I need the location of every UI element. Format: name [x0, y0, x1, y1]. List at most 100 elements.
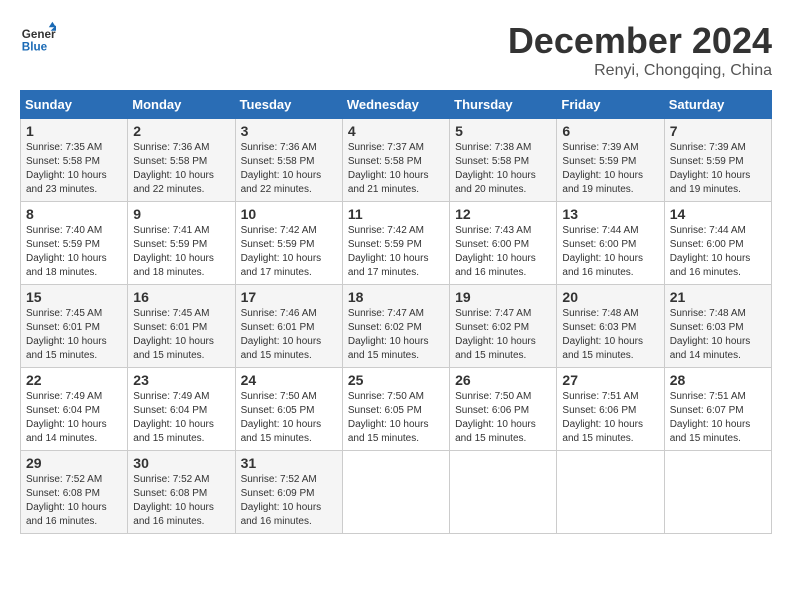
table-row: 28 Sunrise: 7:51 AMSunset: 6:07 PMDayligh…: [664, 368, 771, 451]
day-info: Sunrise: 7:50 AMSunset: 6:06 PMDaylight:…: [455, 390, 551, 446]
day-info: Sunrise: 7:52 AMSunset: 6:08 PMDaylight:…: [26, 473, 122, 529]
day-number: 14: [670, 206, 766, 222]
day-info: Sunrise: 7:44 AMSunset: 6:00 PMDaylight:…: [562, 224, 658, 280]
header-friday: Friday: [557, 91, 664, 119]
day-number: 10: [241, 206, 337, 222]
table-row: [557, 451, 664, 534]
day-info: Sunrise: 7:39 AMSunset: 5:59 PMDaylight:…: [670, 141, 766, 197]
day-number: 25: [348, 372, 444, 388]
day-number: 7: [670, 123, 766, 139]
day-info: Sunrise: 7:37 AMSunset: 5:58 PMDaylight:…: [348, 141, 444, 197]
table-row: 18 Sunrise: 7:47 AMSunset: 6:02 PMDayligh…: [342, 285, 449, 368]
day-number: 3: [241, 123, 337, 139]
table-row: 14 Sunrise: 7:44 AMSunset: 6:00 PMDayligh…: [664, 202, 771, 285]
day-number: 1: [26, 123, 122, 139]
day-info: Sunrise: 7:44 AMSunset: 6:00 PMDaylight:…: [670, 224, 766, 280]
table-row: 6Sunrise: 7:39 AMSunset: 5:59 PMDaylight…: [557, 119, 664, 202]
table-row: 9 Sunrise: 7:41 AMSunset: 5:59 PMDaylight…: [128, 202, 235, 285]
table-row: 22 Sunrise: 7:49 AMSunset: 6:04 PMDayligh…: [21, 368, 128, 451]
table-row: 10 Sunrise: 7:42 AMSunset: 5:59 PMDayligh…: [235, 202, 342, 285]
table-row: 24 Sunrise: 7:50 AMSunset: 6:05 PMDayligh…: [235, 368, 342, 451]
calendar-week-3: 22 Sunrise: 7:49 AMSunset: 6:04 PMDayligh…: [21, 368, 772, 451]
table-row: 12 Sunrise: 7:43 AMSunset: 6:00 PMDayligh…: [450, 202, 557, 285]
table-row: 15 Sunrise: 7:45 AMSunset: 6:01 PMDayligh…: [21, 285, 128, 368]
day-info: Sunrise: 7:49 AMSunset: 6:04 PMDaylight:…: [26, 390, 122, 446]
calendar-week-2: 15 Sunrise: 7:45 AMSunset: 6:01 PMDayligh…: [21, 285, 772, 368]
day-number: 16: [133, 289, 229, 305]
header-thursday: Thursday: [450, 91, 557, 119]
table-row: 3 Sunrise: 7:36 AMSunset: 5:58 PMDaylight…: [235, 119, 342, 202]
day-number: 6: [562, 123, 658, 139]
day-info: Sunrise: 7:40 AMSunset: 5:59 PMDaylight:…: [26, 224, 122, 280]
table-row: 13Sunrise: 7:44 AMSunset: 6:00 PMDayligh…: [557, 202, 664, 285]
day-number: 18: [348, 289, 444, 305]
header-wednesday: Wednesday: [342, 91, 449, 119]
table-row: 26 Sunrise: 7:50 AMSunset: 6:06 PMDayligh…: [450, 368, 557, 451]
day-number: 17: [241, 289, 337, 305]
day-info: Sunrise: 7:42 AMSunset: 5:59 PMDaylight:…: [241, 224, 337, 280]
table-row: 19Sunrise: 7:47 AMSunset: 6:02 PMDayligh…: [450, 285, 557, 368]
day-number: 28: [670, 372, 766, 388]
header: General Blue December 2024 Renyi, Chongq…: [20, 20, 772, 80]
day-number: 22: [26, 372, 122, 388]
day-info: Sunrise: 7:43 AMSunset: 6:00 PMDaylight:…: [455, 224, 551, 280]
day-number: 31: [241, 455, 337, 471]
table-row: [450, 451, 557, 534]
table-row: 29 Sunrise: 7:52 AMSunset: 6:08 PMDayligh…: [21, 451, 128, 534]
day-number: 30: [133, 455, 229, 471]
day-info: Sunrise: 7:51 AMSunset: 6:06 PMDaylight:…: [562, 390, 658, 446]
logo-icon: General Blue: [20, 20, 56, 56]
table-row: 7 Sunrise: 7:39 AMSunset: 5:59 PMDaylight…: [664, 119, 771, 202]
day-number: 15: [26, 289, 122, 305]
day-info: Sunrise: 7:41 AMSunset: 5:59 PMDaylight:…: [133, 224, 229, 280]
day-info: Sunrise: 7:49 AMSunset: 6:04 PMDaylight:…: [133, 390, 229, 446]
day-info: Sunrise: 7:51 AMSunset: 6:07 PMDaylight:…: [670, 390, 766, 446]
calendar-title: December 2024: [508, 20, 772, 62]
logo: General Blue: [20, 20, 56, 56]
table-row: 17 Sunrise: 7:46 AMSunset: 6:01 PMDayligh…: [235, 285, 342, 368]
day-number: 27: [562, 372, 658, 388]
table-row: 1 Sunrise: 7:35 AMSunset: 5:58 PMDaylight…: [21, 119, 128, 202]
day-info: Sunrise: 7:48 AMSunset: 6:03 PMDaylight:…: [670, 307, 766, 363]
table-row: 23Sunrise: 7:49 AMSunset: 6:04 PMDayligh…: [128, 368, 235, 451]
table-row: 5Sunrise: 7:38 AMSunset: 5:58 PMDaylight…: [450, 119, 557, 202]
table-row: 31 Sunrise: 7:52 AMSunset: 6:09 PMDayligh…: [235, 451, 342, 534]
day-number: 9: [133, 206, 229, 222]
calendar-table: Sunday Monday Tuesday Wednesday Thursday…: [20, 90, 772, 534]
table-row: 21Sunrise: 7:48 AMSunset: 6:03 PMDayligh…: [664, 285, 771, 368]
table-row: [664, 451, 771, 534]
day-info: Sunrise: 7:45 AMSunset: 6:01 PMDaylight:…: [26, 307, 122, 363]
day-info: Sunrise: 7:50 AMSunset: 6:05 PMDaylight:…: [241, 390, 337, 446]
table-row: 16 Sunrise: 7:45 AMSunset: 6:01 PMDayligh…: [128, 285, 235, 368]
day-info: Sunrise: 7:38 AMSunset: 5:58 PMDaylight:…: [455, 141, 551, 197]
table-row: 8 Sunrise: 7:40 AMSunset: 5:59 PMDaylight…: [21, 202, 128, 285]
day-info: Sunrise: 7:45 AMSunset: 6:01 PMDaylight:…: [133, 307, 229, 363]
header-row: Sunday Monday Tuesday Wednesday Thursday…: [21, 91, 772, 119]
header-monday: Monday: [128, 91, 235, 119]
header-tuesday: Tuesday: [235, 91, 342, 119]
day-number: 29: [26, 455, 122, 471]
day-info: Sunrise: 7:35 AMSunset: 5:58 PMDaylight:…: [26, 141, 122, 197]
calendar-week-0: 1 Sunrise: 7:35 AMSunset: 5:58 PMDaylight…: [21, 119, 772, 202]
day-number: 26: [455, 372, 551, 388]
day-info: Sunrise: 7:52 AMSunset: 6:09 PMDaylight:…: [241, 473, 337, 529]
day-info: Sunrise: 7:47 AMSunset: 6:02 PMDaylight:…: [348, 307, 444, 363]
day-number: 24: [241, 372, 337, 388]
day-info: Sunrise: 7:46 AMSunset: 6:01 PMDaylight:…: [241, 307, 337, 363]
table-row: [342, 451, 449, 534]
table-row: 25Sunrise: 7:50 AMSunset: 6:05 PMDayligh…: [342, 368, 449, 451]
day-number: 12: [455, 206, 551, 222]
calendar-week-4: 29 Sunrise: 7:52 AMSunset: 6:08 PMDayligh…: [21, 451, 772, 534]
calendar-week-1: 8 Sunrise: 7:40 AMSunset: 5:59 PMDaylight…: [21, 202, 772, 285]
table-row: 2Sunrise: 7:36 AMSunset: 5:58 PMDaylight…: [128, 119, 235, 202]
day-number: 8: [26, 206, 122, 222]
day-info: Sunrise: 7:47 AMSunset: 6:02 PMDaylight:…: [455, 307, 551, 363]
day-info: Sunrise: 7:36 AMSunset: 5:58 PMDaylight:…: [241, 141, 337, 197]
table-row: 20Sunrise: 7:48 AMSunset: 6:03 PMDayligh…: [557, 285, 664, 368]
table-row: 30Sunrise: 7:52 AMSunset: 6:08 PMDayligh…: [128, 451, 235, 534]
day-number: 4: [348, 123, 444, 139]
table-row: 11Sunrise: 7:42 AMSunset: 5:59 PMDayligh…: [342, 202, 449, 285]
table-row: 27 Sunrise: 7:51 AMSunset: 6:06 PMDayligh…: [557, 368, 664, 451]
title-block: December 2024 Renyi, Chongqing, China: [508, 20, 772, 80]
day-number: 2: [133, 123, 229, 139]
